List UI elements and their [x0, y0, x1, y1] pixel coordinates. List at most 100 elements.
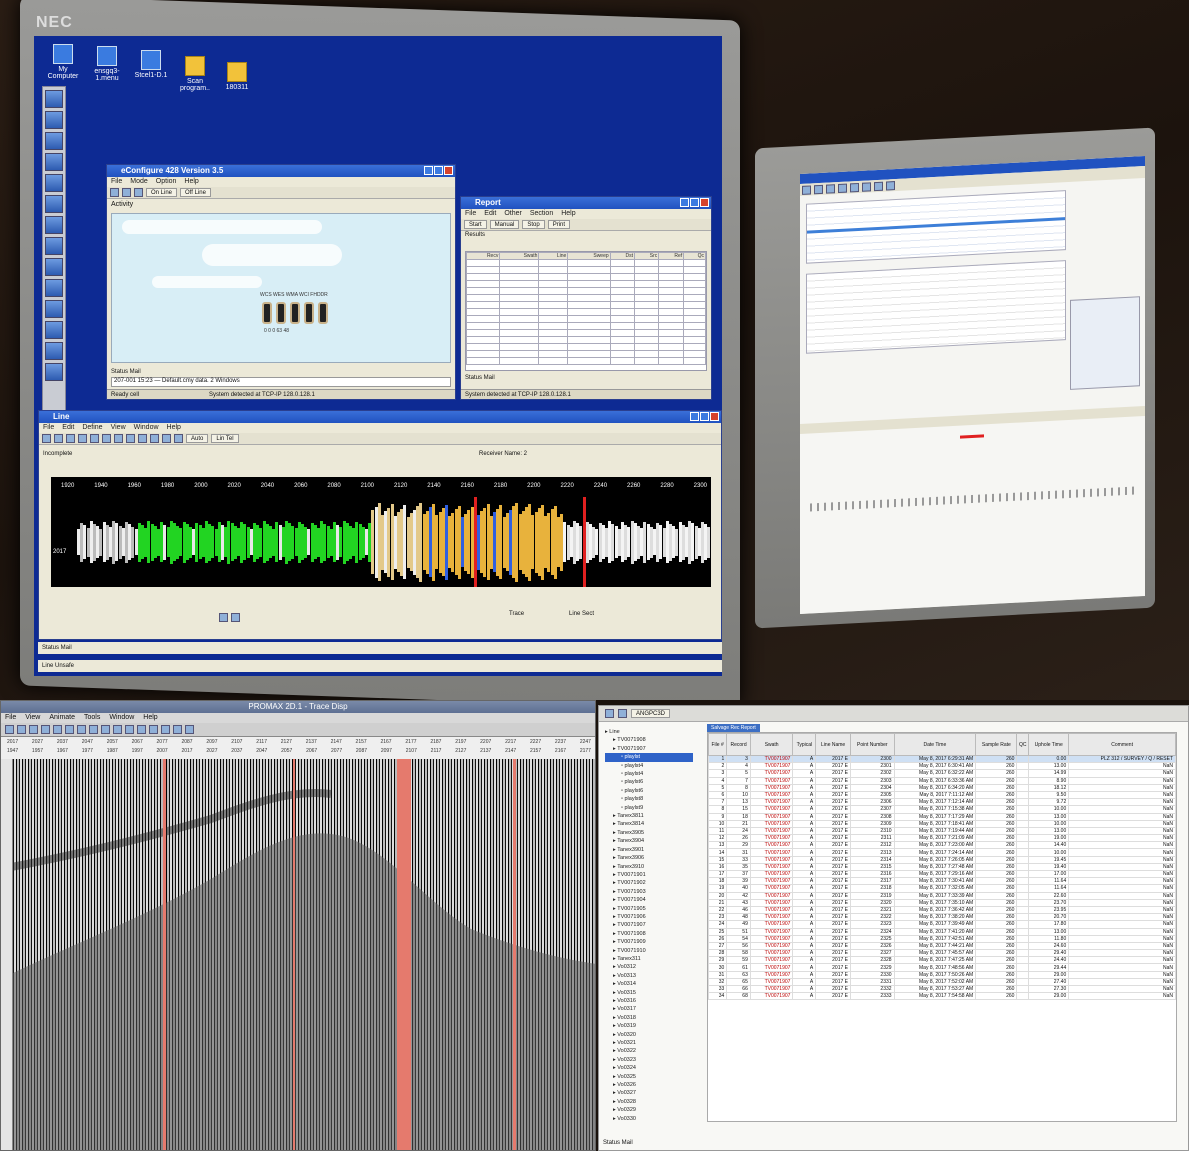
table-row[interactable]: 14 31 TV0071907 A 2017 E 2313 May 8, 2017 7:24…: [708, 848, 1176, 857]
launch-icon[interactable]: [45, 321, 63, 339]
auto-button[interactable]: Auto: [186, 434, 209, 443]
tree-node[interactable]: ▸ Tanex3904: [605, 837, 693, 845]
tree-node[interactable]: ▸ TV0071907: [605, 921, 693, 929]
column-header[interactable]: Record: [726, 733, 751, 756]
results-row[interactable]: [466, 266, 706, 274]
zoom-out-icon[interactable]: [231, 613, 240, 622]
results-row[interactable]: [466, 343, 706, 351]
results-row[interactable]: [466, 273, 706, 281]
menu-edit[interactable]: Edit: [484, 209, 496, 219]
table-row[interactable]: 11 24 TV0071907 A 2017 E 2310 May 8, 2017 7:19…: [708, 826, 1176, 836]
results-row[interactable]: [466, 259, 706, 267]
table-row[interactable]: 12 26 TV0071907 A 2017 E 2311 May 8, 2017 7:21…: [708, 834, 1176, 843]
minimize-icon[interactable]: [424, 166, 433, 175]
tree-node[interactable]: ▸ Vo0316: [605, 997, 693, 1005]
launch-icon[interactable]: [45, 342, 63, 360]
tree-node[interactable]: ▸ Vo0320: [605, 1031, 693, 1039]
seismic-viewer-titlebar[interactable]: PROMAX 2D.1 - Trace Disp: [1, 701, 595, 713]
table-row[interactable]: 2 4 TV0071907 A 2017 E 2301 May 8, 2017 6:30:4…: [708, 762, 1176, 771]
results-row[interactable]: [466, 357, 706, 365]
menu-file[interactable]: File: [43, 423, 54, 433]
tree-node[interactable]: ▸ Tanex3906: [605, 854, 693, 862]
table-row[interactable]: 32 65 TV0071907 A 2017 E 2331 May 8, 2017 7:52…: [708, 977, 1176, 987]
tree-node[interactable]: ▸ Tanex311: [605, 955, 693, 963]
unit-box[interactable]: [262, 302, 272, 324]
tool-icon[interactable]: [850, 182, 859, 193]
tree-node[interactable]: ▸ Vo0324: [605, 1064, 693, 1072]
results-row[interactable]: [466, 329, 706, 337]
tool-icon[interactable]: [134, 188, 143, 197]
menu-file[interactable]: File: [5, 713, 16, 723]
desktop-icon-180311[interactable]: 180311: [218, 62, 256, 91]
tool-icon[interactable]: [90, 434, 99, 443]
table-row[interactable]: 1 3 TV0071907 A 2017 E 2300 May 8, 2017 6:29:3…: [708, 754, 1176, 764]
tree-node[interactable]: ▸ Vo0330: [605, 1115, 693, 1123]
trace-field[interactable]: Trace: [509, 611, 524, 617]
tool-icon[interactable]: [173, 725, 182, 734]
close-icon[interactable]: [444, 166, 453, 175]
table-row[interactable]: 8 15 TV0071907 A 2017 E 2307 May 8, 2017 7:15:…: [708, 805, 1176, 814]
seismic-trace-display[interactable]: [1, 759, 595, 1150]
table-row[interactable]: 25 51 TV0071907 A 2017 E 2324 May 8, 2017 7:41…: [708, 927, 1176, 936]
tree-node[interactable]: ▸ Vo0322: [605, 1047, 693, 1055]
column-header[interactable]: Uphole Time: [1028, 733, 1070, 756]
results-row[interactable]: [466, 322, 706, 330]
zoom-in-icon[interactable]: [219, 613, 228, 622]
tool-icon[interactable]: [185, 725, 194, 734]
tool-icon[interactable]: [150, 434, 159, 443]
desktop-icon-my-computer[interactable]: My Computer: [44, 44, 82, 80]
tool-icon[interactable]: [122, 188, 131, 197]
table-row[interactable]: 19 40 TV0071907 A 2017 E 2318 May 8, 2017 7:32…: [708, 884, 1176, 893]
tree-node[interactable]: ▸ Vo0328: [605, 1098, 693, 1106]
column-header[interactable]: Point Number: [850, 733, 895, 756]
column-header[interactable]: Comment: [1068, 733, 1176, 756]
tool-icon[interactable]: [125, 725, 134, 734]
launch-icon[interactable]: [45, 153, 63, 171]
tool-icon[interactable]: [886, 181, 895, 191]
menu-view[interactable]: View: [25, 713, 40, 723]
tool-icon[interactable]: [110, 188, 119, 197]
tool-icon[interactable]: [174, 434, 183, 443]
launch-icon[interactable]: [45, 132, 63, 150]
table-row[interactable]: 33 66 TV0071907 A 2017 E 2332 May 8, 2017 7:53…: [708, 984, 1176, 994]
tree-node[interactable]: ▸ Vo0319: [605, 1022, 693, 1030]
tool-icon[interactable]: [102, 434, 111, 443]
results-row[interactable]: [466, 315, 706, 323]
table-row[interactable]: 26 54 TV0071907 A 2017 E 2325 May 8, 2017 7:42…: [708, 934, 1176, 943]
tool-icon[interactable]: [113, 725, 122, 734]
desktop-icon-ensgq3[interactable]: ensgq3-1.menu: [88, 46, 126, 82]
table-row[interactable]: 13 29 TV0071907 A 2017 E 2312 May 8, 2017 7:23…: [708, 841, 1176, 850]
tree-node[interactable]: ▸ TV0071901: [605, 871, 693, 879]
tool-icon[interactable]: [826, 184, 835, 194]
menu-section[interactable]: Section: [530, 209, 553, 219]
tree-node[interactable]: ▸ Vo0313: [605, 972, 693, 980]
column-header[interactable]: File #: [708, 733, 728, 756]
table-row[interactable]: 34 68 TV0071907 A 2017 E 2333 May 8, 2017 7:54…: [708, 992, 1176, 1001]
menu-help[interactable]: Help: [561, 209, 575, 219]
results-column-header[interactable]: Recv: [466, 252, 501, 260]
minimize-icon[interactable]: [690, 412, 699, 421]
tool-icon[interactable]: [814, 184, 823, 195]
manual-button[interactable]: Manual: [489, 220, 520, 229]
forward-icon[interactable]: [618, 709, 627, 718]
tree-node[interactable]: ▸ Line: [605, 728, 693, 736]
tree-node[interactable]: ▸ Vo0329: [605, 1106, 693, 1114]
column-header[interactable]: Line Name: [815, 733, 851, 756]
tool-icon[interactable]: [126, 434, 135, 443]
line-window-titlebar[interactable]: Line: [39, 411, 721, 423]
column-header[interactable]: QC: [1016, 733, 1030, 756]
results-column-header[interactable]: Src: [633, 252, 660, 260]
tool-icon[interactable]: [53, 725, 62, 734]
results-column-header[interactable]: Sweep: [567, 252, 611, 260]
tree-node[interactable]: ▫ playlst6: [605, 778, 693, 786]
menu-animate[interactable]: Animate: [49, 713, 75, 723]
results-column-header[interactable]: Dst: [609, 252, 635, 260]
tool-icon[interactable]: [41, 725, 50, 734]
tree-node[interactable]: ▫ playlst6: [605, 787, 693, 795]
unit-box[interactable]: [304, 302, 314, 324]
tree-node[interactable]: ▸ Vo0318: [605, 1014, 693, 1022]
launch-icon[interactable]: [45, 258, 63, 276]
table-row[interactable]: 6 10 TV0071907 A 2017 E 2305 May 8, 2017 7:11:…: [708, 790, 1176, 800]
unit-box[interactable]: [276, 302, 286, 324]
menu-other[interactable]: Other: [504, 209, 522, 219]
